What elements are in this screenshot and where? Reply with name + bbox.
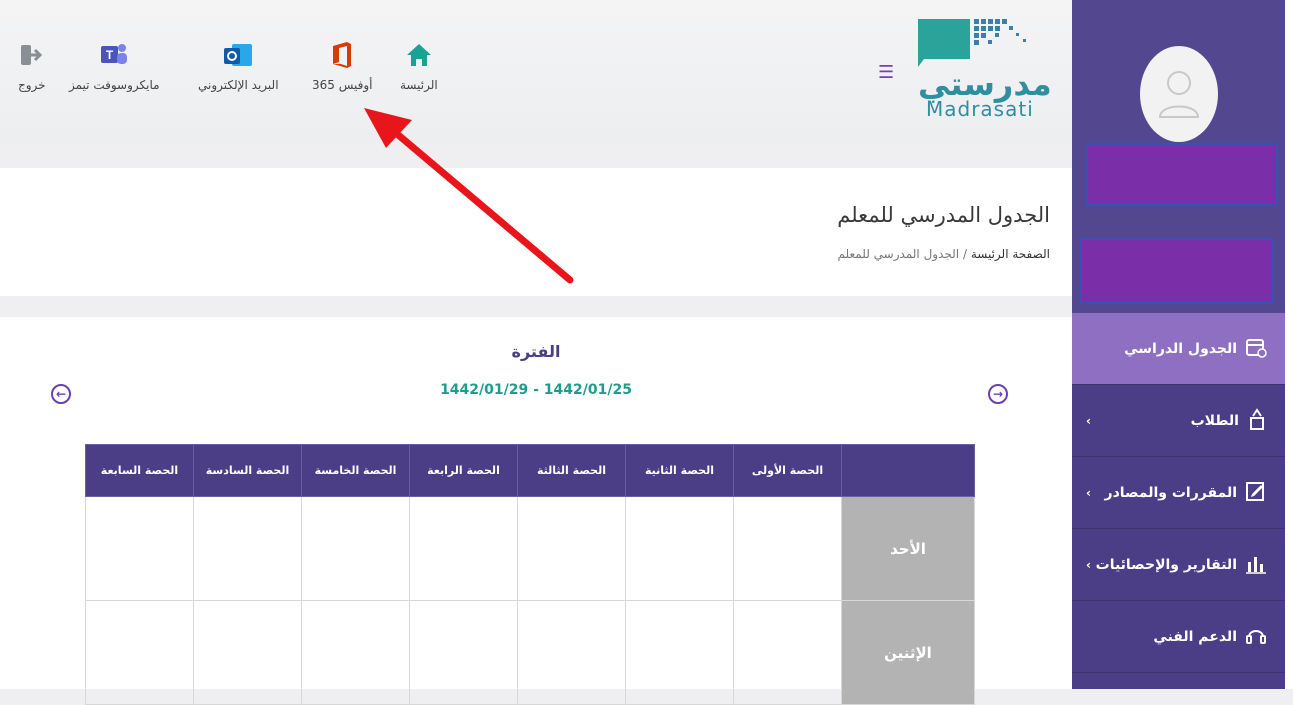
schedule-header-row: الحصة الأولى الحصة الثانية الحصة الثالثة…: [85, 444, 975, 497]
schedule-table: الحصة الأولى الحصة الثانية الحصة الثالثة…: [85, 444, 975, 705]
prev-week-button[interactable]: ←: [51, 384, 71, 404]
outlook-mail-icon: [222, 38, 254, 72]
logo-english-text: Madrasati: [926, 97, 1034, 121]
headset-icon: [1245, 624, 1267, 650]
sidebar-item-label: الدعم الفني: [1153, 628, 1237, 645]
arrow-left-icon: ←: [55, 387, 67, 401]
sidebar-item-label: الجدول الدراسي: [1124, 340, 1237, 357]
nav-email-label: البريد الإلكتروني: [198, 78, 279, 92]
top-header: خروج T مايكروسوفت تيمز البريد الإلكتروني…: [0, 0, 1072, 143]
nav-home[interactable]: الرئيسة: [400, 38, 438, 92]
day-cell: الأحد: [841, 496, 975, 601]
nav-office365-label: أوفيس 365: [312, 78, 373, 92]
madrasati-logo: مدرستي Madrasati: [910, 15, 1060, 125]
column-header: الحصة الخامسة: [301, 444, 410, 497]
menu-toggle-icon[interactable]: ☰: [878, 62, 894, 83]
period-dates: 1442/01/29 - 1442/01/25: [440, 382, 632, 398]
bar-chart-icon: [1245, 552, 1267, 578]
schedule-cell[interactable]: [85, 496, 194, 601]
corner-header-cell: [841, 444, 975, 497]
breadcrumb-current: الجدول المدرسي للمعلم: [837, 247, 960, 261]
schedule-cell[interactable]: [301, 496, 410, 601]
breadcrumb: الصفحة الرئيسة / الجدول المدرسي للمعلم: [838, 247, 1050, 261]
schedule-cell[interactable]: [625, 496, 734, 601]
home-icon: [405, 38, 433, 72]
logout-icon: [19, 38, 45, 72]
sidebar-item-reports[interactable]: ‹ التقارير والإحصائيات: [1072, 529, 1285, 601]
column-header: الحصة السابعة: [85, 444, 194, 497]
nav-logout[interactable]: خروج: [18, 38, 46, 92]
profile-area: [1072, 0, 1285, 313]
nav-teams-label: مايكروسوفت تيمز: [69, 78, 160, 92]
user-role-redacted: [1080, 238, 1274, 304]
chevron-left-icon: ‹: [1086, 413, 1091, 428]
column-header: الحصة الأولى: [733, 444, 842, 497]
app-page: خروج T مايكروسوفت تيمز البريد الإلكتروني…: [0, 0, 1293, 705]
column-header: الحصة الرابعة: [409, 444, 518, 497]
next-week-button[interactable]: →: [988, 384, 1008, 404]
schedule-card: الفترة 1442/01/29 - 1442/01/25 ← → الحصة…: [0, 317, 1072, 705]
page-title: الجدول المدرسي للمعلم: [837, 203, 1050, 227]
chevron-left-icon: ‹: [1086, 485, 1091, 500]
sidebar-item-label: الطلاب: [1190, 412, 1239, 429]
chevron-left-icon: ‹: [1086, 557, 1091, 572]
column-header: الحصة الثانية: [625, 444, 734, 497]
sidebar-item-label: التقارير والإحصائيات: [1095, 556, 1237, 573]
right-edge: [1285, 0, 1293, 689]
schedule-cell[interactable]: [517, 496, 626, 601]
sidebar-item-label: المقررات والمصادر: [1104, 484, 1237, 501]
nav-office365[interactable]: أوفيس 365: [312, 38, 373, 92]
arrow-right-icon: →: [992, 387, 1004, 401]
period-label: الفترة: [511, 342, 561, 361]
column-header: الحصة الثالثة: [517, 444, 626, 497]
user-icon: [1158, 71, 1200, 118]
sidebar-item-schedule[interactable]: الجدول الدراسي: [1072, 313, 1285, 385]
edit-note-icon: [1245, 480, 1267, 506]
user-name-redacted: [1086, 143, 1278, 206]
nav-teams[interactable]: T مايكروسوفت تيمز: [69, 38, 160, 92]
table-row: الأحد: [85, 496, 975, 601]
office-365-icon: [329, 38, 355, 72]
teams-icon: T: [99, 38, 129, 72]
schedule-cell[interactable]: [409, 496, 518, 601]
nav-email[interactable]: البريد الإلكتروني: [198, 38, 279, 92]
breadcrumb-separator: /: [962, 247, 967, 261]
student-icon: [1247, 407, 1267, 434]
avatar[interactable]: [1140, 46, 1218, 142]
calendar-icon: [1245, 336, 1267, 362]
schedule-cell[interactable]: [193, 496, 302, 601]
column-header: الحصة السادسة: [193, 444, 302, 497]
schedule-cell[interactable]: [733, 496, 842, 601]
nav-logout-label: خروج: [18, 78, 46, 92]
sidebar-item-students[interactable]: ‹ الطلاب: [1072, 385, 1285, 457]
sidebar: الجدول الدراسي ‹ الطلاب ‹ المقررات والمص…: [1072, 0, 1285, 689]
page-title-bar: الجدول المدرسي للمعلم الصفحة الرئيسة / ا…: [0, 168, 1072, 296]
sidebar-item-support[interactable]: الدعم الفني: [1072, 601, 1285, 673]
sidebar-item-courses[interactable]: ‹ المقررات والمصادر: [1072, 457, 1285, 529]
breadcrumb-home-link[interactable]: الصفحة الرئيسة: [971, 247, 1050, 261]
nav-home-label: الرئيسة: [400, 78, 438, 92]
svg-text:T: T: [106, 48, 114, 62]
